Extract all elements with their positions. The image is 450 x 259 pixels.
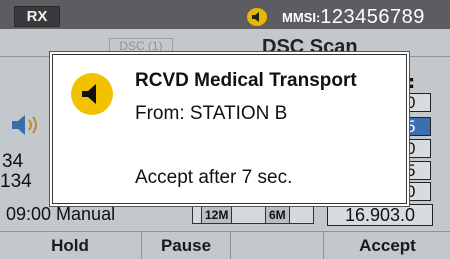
accept-button[interactable]: Accept (323, 232, 450, 259)
status-bar: RX MMSI:123456789 (0, 0, 450, 29)
list-value-selected: 5 (405, 117, 431, 136)
range-selector: 12M 6M (192, 206, 314, 224)
volume-icon (9, 112, 49, 142)
accept-countdown: Accept after 7 sec. (135, 167, 293, 188)
list-value: 0 (405, 182, 431, 201)
range-low: 12M (201, 207, 233, 223)
mmsi-label: MMSI: (282, 10, 321, 25)
rx-indicator: RX (14, 6, 60, 27)
colon-mark: : (408, 72, 416, 93)
list-value: 5 (405, 161, 431, 180)
mmsi-value: 123456789 (320, 6, 425, 28)
channel-number: 134 (0, 171, 32, 192)
radio-display: RX MMSI:123456789 DSC (1) DSC Scan 34 13… (0, 0, 450, 259)
frequency-readout: 16.903.0 (327, 204, 433, 226)
range-high: 6M (265, 207, 290, 223)
channel-number: 34 (2, 151, 24, 172)
hold-button[interactable]: Hold (0, 232, 140, 259)
dsc-count-badge: DSC (1) (109, 38, 173, 55)
empty-softkey[interactable] (230, 232, 323, 259)
speaker-icon (71, 73, 113, 115)
list-value: 0 (405, 139, 431, 158)
dialog-title: RCVD Medical Transport (135, 70, 357, 91)
speaker-icon (247, 8, 267, 26)
softkey-bar: Hold Pause Accept (0, 231, 450, 259)
pause-button[interactable]: Pause (141, 232, 230, 259)
rcvd-call-dialog: RCVD Medical Transport From: STATION B A… (52, 54, 407, 204)
list-value: 0 (405, 93, 431, 112)
mmsi-readout: MMSI:123456789 (282, 6, 450, 28)
time-mode-label: 09:00 Manual (6, 204, 116, 224)
dialog-sender: From: STATION B (135, 103, 288, 124)
